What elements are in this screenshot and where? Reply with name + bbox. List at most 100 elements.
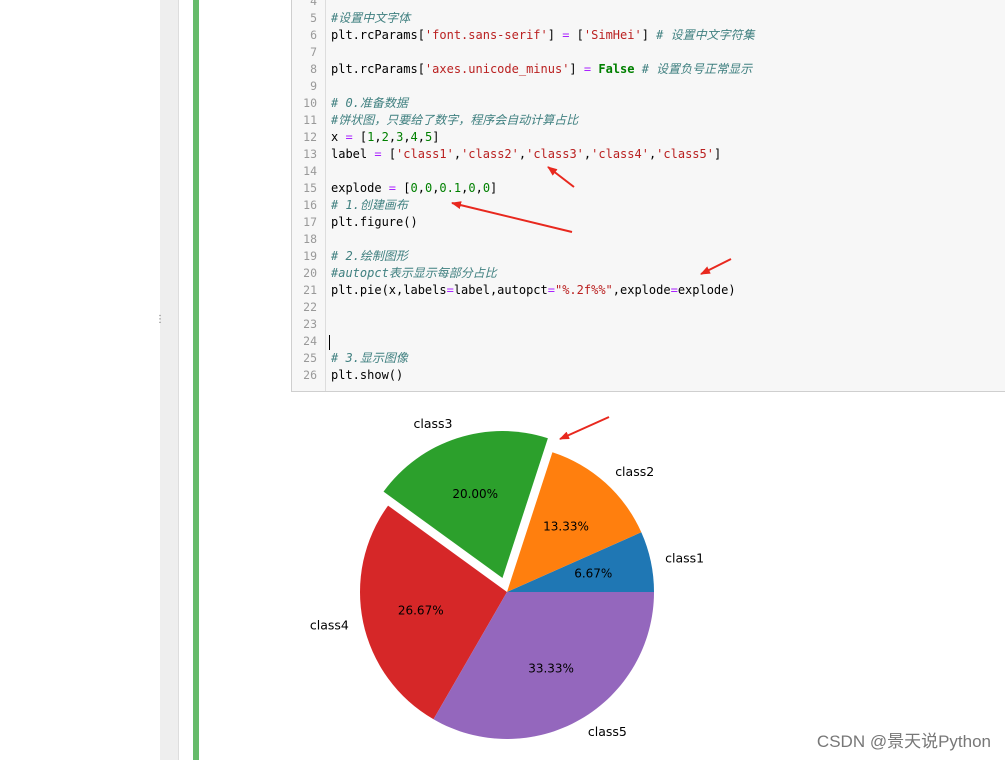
cell-output: 6.67% class1 13.33% class2 20.00% class3 26.67… bbox=[291, 393, 1005, 760]
code-line-13[interactable]: label = ['class1','class2','class3','cla… bbox=[331, 146, 721, 163]
operator-token: = bbox=[670, 283, 678, 297]
pie-category-label: class4 bbox=[310, 618, 349, 633]
line-number: 19 bbox=[303, 249, 317, 263]
code-token: plt.figure() bbox=[331, 215, 418, 229]
code-line-17[interactable]: plt.figure() bbox=[331, 214, 418, 231]
code-token: label bbox=[331, 147, 375, 161]
code-token: plt.show() bbox=[331, 368, 404, 382]
number-token: 0 bbox=[410, 181, 418, 195]
code-token: , bbox=[417, 181, 425, 195]
code-token: ] bbox=[569, 62, 584, 76]
pie-category-label: class5 bbox=[588, 724, 627, 739]
code-token: , bbox=[374, 130, 382, 144]
operator-token: = bbox=[446, 283, 454, 297]
comment: #饼状图，只要给了数字，程序会自动计算占比 bbox=[331, 113, 579, 127]
cell-prompt-area bbox=[179, 0, 193, 760]
line-number: 18 bbox=[303, 232, 317, 246]
code-token: ,explode bbox=[612, 283, 671, 297]
cell-selection-bar[interactable] bbox=[193, 0, 199, 760]
code-line-10[interactable]: # 0.准备数据 bbox=[331, 95, 408, 112]
line-number: 11 bbox=[303, 113, 317, 127]
code-token: ] bbox=[547, 28, 563, 42]
code-line-6[interactable]: plt.rcParams['font.sans-serif'] = ['SimH… bbox=[331, 27, 755, 44]
code-token: , bbox=[388, 130, 397, 144]
line-number: 10 bbox=[303, 96, 317, 110]
number-token: 2 bbox=[381, 130, 389, 144]
code-line-26[interactable]: plt.show() bbox=[331, 367, 403, 384]
string-token: 'class2' bbox=[461, 147, 519, 161]
code-token: plt.rcParams[ bbox=[331, 28, 425, 42]
pie-percent-label: 33.33% bbox=[528, 661, 574, 675]
comment: # 1.创建画布 bbox=[331, 198, 408, 212]
number-token: 0.1 bbox=[439, 181, 462, 195]
code-token: plt.pie(x,labels bbox=[331, 283, 447, 297]
code-editor[interactable]: 4 5 6 7 8 9 10 11 12 13 14 15 16 17 18 19 20 21 22 23 24 25 26… bbox=[291, 0, 1005, 392]
code-token: ] bbox=[490, 181, 498, 195]
number-token: 4 bbox=[410, 130, 418, 144]
code-token: , bbox=[475, 181, 483, 195]
comment: # 设置中文字符集 bbox=[656, 28, 755, 42]
line-number: 13 bbox=[303, 147, 317, 161]
code-token: explode bbox=[331, 181, 389, 195]
code-token: explode) bbox=[677, 283, 736, 297]
pie-chart: 6.67% class1 13.33% class2 20.00% class3 26.67… bbox=[310, 416, 704, 739]
code-line-12[interactable]: x = [1,2,3,4,5] bbox=[331, 129, 439, 146]
line-number: 22 bbox=[303, 300, 317, 314]
string-token: 'class4' bbox=[591, 147, 649, 161]
comment: #设置中文字体 bbox=[331, 11, 411, 25]
text-cursor bbox=[329, 335, 330, 350]
line-number: 15 bbox=[303, 181, 317, 195]
line-number: 26 bbox=[303, 368, 317, 382]
operator-token: = bbox=[388, 181, 397, 195]
comment: # 2.绘制图形 bbox=[331, 249, 408, 263]
pie-percent-label: 20.00% bbox=[452, 487, 498, 501]
code-line-16[interactable]: # 1.创建画布 bbox=[331, 197, 408, 214]
string-token: 'class5' bbox=[656, 147, 714, 161]
line-number: 6 bbox=[310, 28, 317, 42]
operator-token: = bbox=[345, 130, 353, 144]
code-line-20[interactable]: #autopct表示显示每部分占比 bbox=[331, 265, 497, 282]
left-sidebar-panel bbox=[160, 0, 179, 760]
watermark: CSDN @景天说Python bbox=[816, 732, 991, 751]
pie-percent-label: 13.33% bbox=[543, 519, 589, 533]
line-number: 21 bbox=[303, 283, 317, 297]
code-token: x bbox=[331, 130, 346, 144]
code-token: label,autopct bbox=[453, 283, 548, 297]
number-token: 0 bbox=[482, 181, 491, 195]
code-line-5[interactable]: #设置中文字体 bbox=[331, 10, 410, 27]
page-left-margin bbox=[0, 0, 160, 760]
line-number: 17 bbox=[303, 215, 317, 229]
line-number: 16 bbox=[303, 198, 317, 212]
code-token: [ bbox=[352, 130, 368, 144]
code-line-25[interactable]: # 3.显示图像 bbox=[331, 350, 408, 367]
line-number: 24 bbox=[303, 334, 317, 348]
line-number: 4 bbox=[310, 0, 317, 8]
line-number-gutter: 4 5 6 7 8 9 10 11 12 13 14 15 16 17 18 19 20 21 22 23 24 25 26 bbox=[292, 0, 326, 391]
panel-resize-handle[interactable]: ⋮ bbox=[155, 315, 165, 330]
line-number: 25 bbox=[303, 351, 317, 365]
code-line-11[interactable]: #饼状图，只要给了数字，程序会自动计算占比 bbox=[331, 112, 578, 129]
operator-token: = bbox=[374, 147, 382, 161]
pie-percent-label: 6.67% bbox=[574, 567, 612, 581]
code-line-21[interactable]: plt.pie(x,labels=label,autopct="%.2f%%",… bbox=[331, 282, 736, 299]
pie-category-label: class3 bbox=[414, 416, 453, 431]
code-line-19[interactable]: # 2.绘制图形 bbox=[331, 248, 408, 265]
number-token: 0 bbox=[468, 181, 476, 195]
comment: # 设置负号正常显示 bbox=[641, 62, 753, 76]
line-number: 20 bbox=[303, 266, 317, 280]
string-token: 'font.sans-serif' bbox=[424, 28, 548, 42]
comment: # 3.显示图像 bbox=[331, 351, 408, 365]
string-token: 'class3' bbox=[526, 147, 584, 161]
line-number: 9 bbox=[310, 79, 317, 93]
code-line-15[interactable]: explode = [0,0,0.1,0,0] bbox=[331, 180, 497, 197]
line-number: 23 bbox=[303, 317, 317, 331]
string-token: 'SimHei' bbox=[583, 28, 642, 42]
line-number: 8 bbox=[310, 62, 317, 76]
code-line-8[interactable]: plt.rcParams['axes.unicode_minus'] = Fal… bbox=[331, 61, 752, 78]
pie-category-label: class1 bbox=[665, 550, 704, 565]
code-token: [ bbox=[396, 181, 411, 195]
comment: #autopct表示显示每部分占比 bbox=[331, 266, 497, 280]
code-token: ] bbox=[432, 130, 440, 144]
pie-category-label: class2 bbox=[615, 464, 654, 479]
